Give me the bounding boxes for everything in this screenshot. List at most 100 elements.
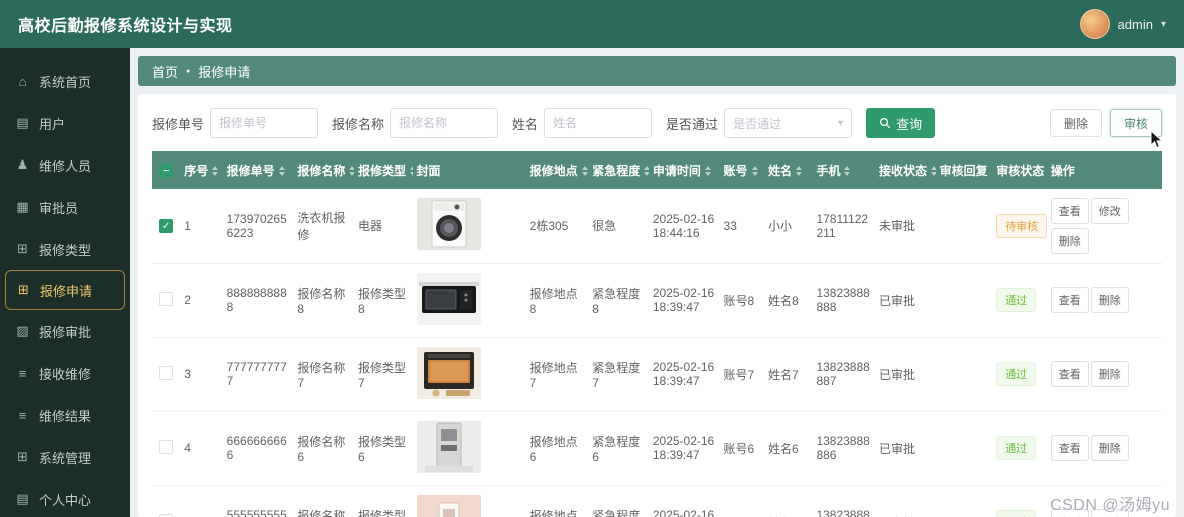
column-header[interactable]: 序号 <box>180 151 223 189</box>
avatar[interactable] <box>1079 9 1110 39</box>
breadcrumb-home[interactable]: 首页 <box>152 62 178 81</box>
sort-icon[interactable] <box>278 166 285 177</box>
sort-desc-icon <box>931 172 936 177</box>
home-icon: ⌂ <box>18 73 27 89</box>
sort-icon[interactable] <box>751 166 758 177</box>
row-checkbox[interactable] <box>159 291 174 306</box>
repair-table: − 序号 报修单号 报修名称 报修类型 封面 报修地点 紧急程度 申请时间 账号 姓名 手机 接收状态审… <box>152 151 1162 517</box>
order-no-input[interactable] <box>210 108 319 138</box>
table-row: 4 6666666666 报修名称6 报修类型6 报修地点6 紧急程度6 2025-02-1… <box>152 411 1162 486</box>
pass-select[interactable]: 是否通过 ▾ <box>724 108 853 138</box>
kitchen-appliance-image[interactable] <box>416 494 481 517</box>
row-checkbox[interactable]: ✓ <box>159 219 174 234</box>
row-checkbox[interactable] <box>159 439 174 454</box>
delete-button[interactable]: 删除 <box>1090 435 1129 461</box>
column-header[interactable]: 报修类型 <box>353 151 413 189</box>
row-checkbox[interactable] <box>159 513 174 517</box>
cell-cover <box>412 411 526 486</box>
search-button[interactable]: 查询 <box>866 108 936 138</box>
username[interactable]: admin <box>1118 17 1153 32</box>
cell-location: 报修地点5 <box>525 485 589 517</box>
view-button[interactable]: 查看 <box>1050 197 1089 224</box>
row-checkbox[interactable] <box>159 365 174 380</box>
cell-account: 账号8 <box>719 263 764 338</box>
cell-account: 账号6 <box>719 411 764 486</box>
cell-order-no: 6666666666 <box>222 411 294 486</box>
column-header[interactable]: 账号 <box>719 151 764 189</box>
column-header[interactable]: 手机 <box>812 151 876 189</box>
sidebar-item-报修类型[interactable]: ⊞ 报修类型 <box>0 228 130 270</box>
cell-repair-name: 报修名称5 <box>293 485 354 517</box>
sidebar-item-审批员[interactable]: ▦ 审批员 <box>0 186 130 228</box>
person-name-input[interactable] <box>544 108 653 138</box>
delete-button[interactable]: 删除 <box>1090 361 1129 387</box>
cell-audit-status: 通过 <box>992 485 1047 517</box>
column-header[interactable]: 接收状态 <box>875 151 936 189</box>
audit-button[interactable]: 审核 <box>1109 109 1162 137</box>
column-header[interactable]: 审核状态 <box>992 151 1047 189</box>
cell-checkbox: ✓ <box>152 189 181 264</box>
cell-audit-status: 待审核 <box>992 189 1048 264</box>
sort-icon[interactable] <box>644 166 649 177</box>
sort-icon[interactable] <box>844 166 851 177</box>
delete-selected-button[interactable]: 删除 <box>1049 109 1102 137</box>
cell-phone: 13823888886 <box>812 411 876 486</box>
sidebar-item-label: 报修类型 <box>39 242 92 258</box>
sidebar-item-系统管理[interactable]: ⊞ 系统管理 <box>0 436 130 478</box>
sidebar-item-个人中心[interactable]: ▤ 个人中心 <box>0 478 130 517</box>
sidebar-item-label: 系统首页 <box>39 74 92 90</box>
column-header[interactable]: 审核回复 <box>935 151 993 189</box>
repair-name-label: 报修名称 <box>332 116 385 132</box>
table-row: 3 7777777777 报修名称7 报修类型7 报修地点7 紧急程度7 2025-02-1… <box>152 337 1162 412</box>
washing-machine-image[interactable] <box>416 198 481 251</box>
cell-order-no: 1739702656223 <box>222 189 294 264</box>
view-button[interactable]: 查看 <box>1050 435 1089 461</box>
chevron-down-icon: ▾ <box>838 117 844 129</box>
repair-type-icon: ⊞ <box>17 241 28 256</box>
sort-icon[interactable] <box>349 166 354 177</box>
sort-icon[interactable] <box>704 166 711 177</box>
microwave-image[interactable] <box>416 272 481 325</box>
oven-image[interactable] <box>416 346 481 399</box>
column-header[interactable]: 报修地点 <box>525 151 589 189</box>
column-header[interactable]: 申请时间 <box>648 151 720 189</box>
sort-icon[interactable] <box>212 166 219 177</box>
sort-icon[interactable] <box>409 166 413 177</box>
view-button[interactable]: 查看 <box>1050 287 1089 313</box>
column-header[interactable]: 报修名称 <box>293 151 354 189</box>
sort-icon[interactable] <box>581 166 588 177</box>
sidebar-item-报修审批[interactable]: ▨ 报修审批 <box>0 310 130 352</box>
sort-icon[interactable] <box>991 166 993 177</box>
edit-button[interactable]: 修改 <box>1090 197 1129 224</box>
sidebar-item-系统首页[interactable]: ⌂ 系统首页 <box>0 60 130 102</box>
column-header[interactable]: 报修单号 <box>222 151 294 189</box>
column-header[interactable]: − <box>152 151 181 189</box>
cell-location: 报修地点8 <box>525 263 589 338</box>
column-header[interactable]: 姓名 <box>763 151 813 189</box>
repair-name-input[interactable] <box>390 108 499 138</box>
sidebar-item-接收维修[interactable]: ≡ 接收维修 <box>0 352 130 394</box>
sidebar-item-报修申请[interactable]: ⊞ 报修申请 <box>5 270 125 310</box>
cell-cover <box>412 189 526 264</box>
cell-location: 2栋305 <box>525 189 589 264</box>
sort-icon[interactable] <box>931 166 936 177</box>
cell-repair-type: 报修类型6 <box>353 411 413 486</box>
cell-repair-type: 报修类型7 <box>353 337 413 412</box>
water-dispenser-image[interactable] <box>416 420 481 473</box>
sort-icon[interactable] <box>795 166 802 177</box>
view-button[interactable]: 查看 <box>1050 361 1089 387</box>
cell-urgency: 紧急程度5 <box>588 485 649 517</box>
cell-cover <box>412 485 526 517</box>
sidebar-item-用户[interactable]: ▤ 用户 <box>0 102 130 144</box>
sidebar-item-维修人员[interactable]: ♟ 维修人员 <box>0 144 130 186</box>
delete-button[interactable]: 删除 <box>1050 227 1089 254</box>
audit-status-badge: 通过 <box>996 436 1037 460</box>
cell-repair-type: 报修类型8 <box>353 263 413 338</box>
select-all-checkbox[interactable]: − <box>159 163 174 178</box>
cell-phone: 13823888885 <box>812 485 876 517</box>
column-header[interactable]: 紧急程度 <box>588 151 649 189</box>
chevron-down-icon[interactable]: ▾ <box>1161 19 1166 30</box>
cell-repair-name: 报修名称6 <box>293 411 354 486</box>
sidebar-item-维修结果[interactable]: ≡ 维修结果 <box>0 394 130 436</box>
delete-button[interactable]: 删除 <box>1090 287 1129 313</box>
